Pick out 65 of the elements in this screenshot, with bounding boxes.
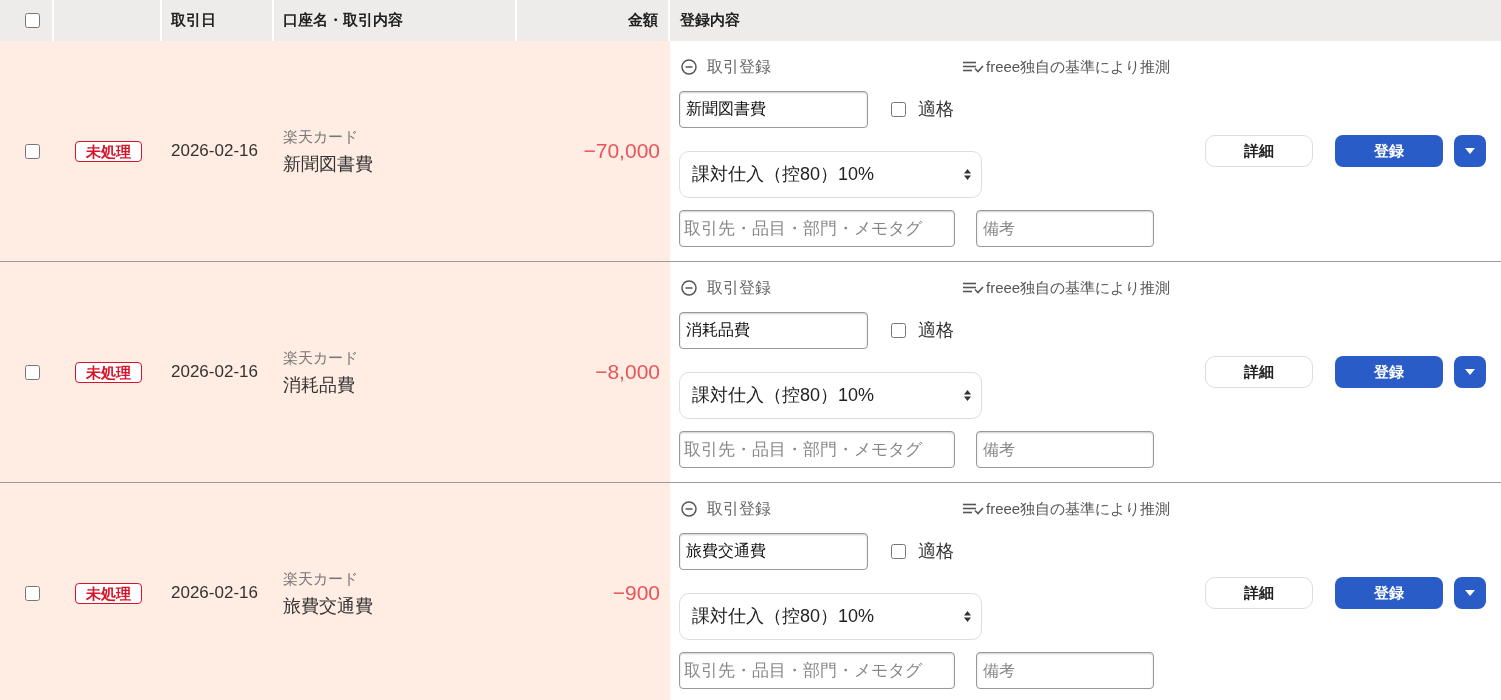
- select-arrows-icon: [964, 611, 971, 622]
- amount-text: −8,000: [595, 359, 660, 386]
- select-arrows-icon: [964, 390, 971, 401]
- caret-down-icon: [1465, 148, 1475, 154]
- account-name: 楽天カード: [283, 126, 358, 147]
- account-item-field[interactable]: 旅費交通費: [679, 533, 868, 570]
- list-check-icon: [963, 61, 984, 73]
- dropdown-button[interactable]: [1454, 577, 1486, 609]
- detail-button[interactable]: 詳細: [1205, 577, 1313, 609]
- note-field[interactable]: 備考: [976, 652, 1154, 689]
- qualified-checkbox[interactable]: [891, 544, 906, 559]
- minus-circle-icon: [681, 280, 697, 296]
- collapse-toggle[interactable]: 取引登録: [681, 55, 771, 79]
- register-button[interactable]: 登録: [1335, 356, 1443, 388]
- collapse-toggle[interactable]: 取引登録: [681, 497, 771, 521]
- qualified-checkbox[interactable]: [891, 102, 906, 117]
- row-checkbox[interactable]: [25, 364, 40, 380]
- inference-note: freee独自の基準により推測: [986, 277, 1171, 298]
- qualified-label: 適格: [918, 540, 954, 563]
- date-text: 2026-02-16: [171, 140, 258, 163]
- dropdown-button[interactable]: [1454, 356, 1486, 388]
- tax-category-select[interactable]: 課対仕入（控80）10%: [679, 151, 982, 198]
- qualified-label: 適格: [918, 319, 954, 342]
- register-button[interactable]: 登録: [1335, 577, 1443, 609]
- qualified-checkbox[interactable]: [891, 323, 906, 338]
- list-check-icon: [963, 282, 984, 294]
- account-item-field[interactable]: 新聞図書費: [679, 91, 868, 128]
- inference-note: freee独自の基準により推測: [986, 56, 1171, 77]
- select-all-checkbox[interactable]: [25, 13, 40, 28]
- tags-field[interactable]: 取引先・品目・部門・メモタグ: [679, 431, 955, 468]
- account-item-field[interactable]: 消耗品費: [679, 312, 868, 349]
- detail-button[interactable]: 詳細: [1205, 356, 1313, 388]
- dropdown-button[interactable]: [1454, 135, 1486, 167]
- transaction-description: 新聞図書費: [283, 152, 373, 176]
- caret-down-icon: [1465, 369, 1475, 375]
- minus-circle-icon: [681, 501, 697, 517]
- account-name: 楽天カード: [283, 347, 358, 368]
- status-badge: 未処理: [74, 582, 142, 604]
- tax-category-select[interactable]: 課対仕入（控80）10%: [679, 372, 982, 419]
- inference-note: freee独自の基準により推測: [986, 498, 1171, 519]
- tags-field[interactable]: 取引先・品目・部門・メモタグ: [679, 210, 955, 247]
- qualified-label: 適格: [918, 98, 954, 121]
- transaction-description: 旅費交通費: [283, 594, 373, 618]
- register-button[interactable]: 登録: [1335, 135, 1443, 167]
- column-header: 登録内容: [679, 10, 741, 31]
- date-text: 2026-02-16: [171, 582, 258, 605]
- date-text: 2026-02-16: [171, 361, 258, 384]
- amount-text: −70,000: [583, 138, 660, 165]
- minus-circle-icon: [681, 59, 697, 75]
- select-arrows-icon: [964, 169, 971, 180]
- caret-down-icon: [1465, 590, 1475, 596]
- list-check-icon: [963, 503, 984, 515]
- amount-text: −900: [612, 580, 660, 607]
- collapse-toggle[interactable]: 取引登録: [681, 276, 771, 300]
- detail-button[interactable]: 詳細: [1205, 135, 1313, 167]
- status-badge: 未処理: [74, 361, 142, 383]
- account-name: 楽天カード: [283, 568, 358, 589]
- row-checkbox[interactable]: [25, 585, 40, 601]
- transaction-description: 消耗品費: [283, 373, 355, 397]
- tags-field[interactable]: 取引先・品目・部門・メモタグ: [679, 652, 955, 689]
- row-checkbox[interactable]: [25, 143, 40, 159]
- note-field[interactable]: 備考: [976, 210, 1154, 247]
- note-field[interactable]: 備考: [976, 431, 1154, 468]
- status-badge: 未処理: [74, 140, 142, 162]
- tax-category-select[interactable]: 課対仕入（控80）10%: [679, 593, 982, 640]
